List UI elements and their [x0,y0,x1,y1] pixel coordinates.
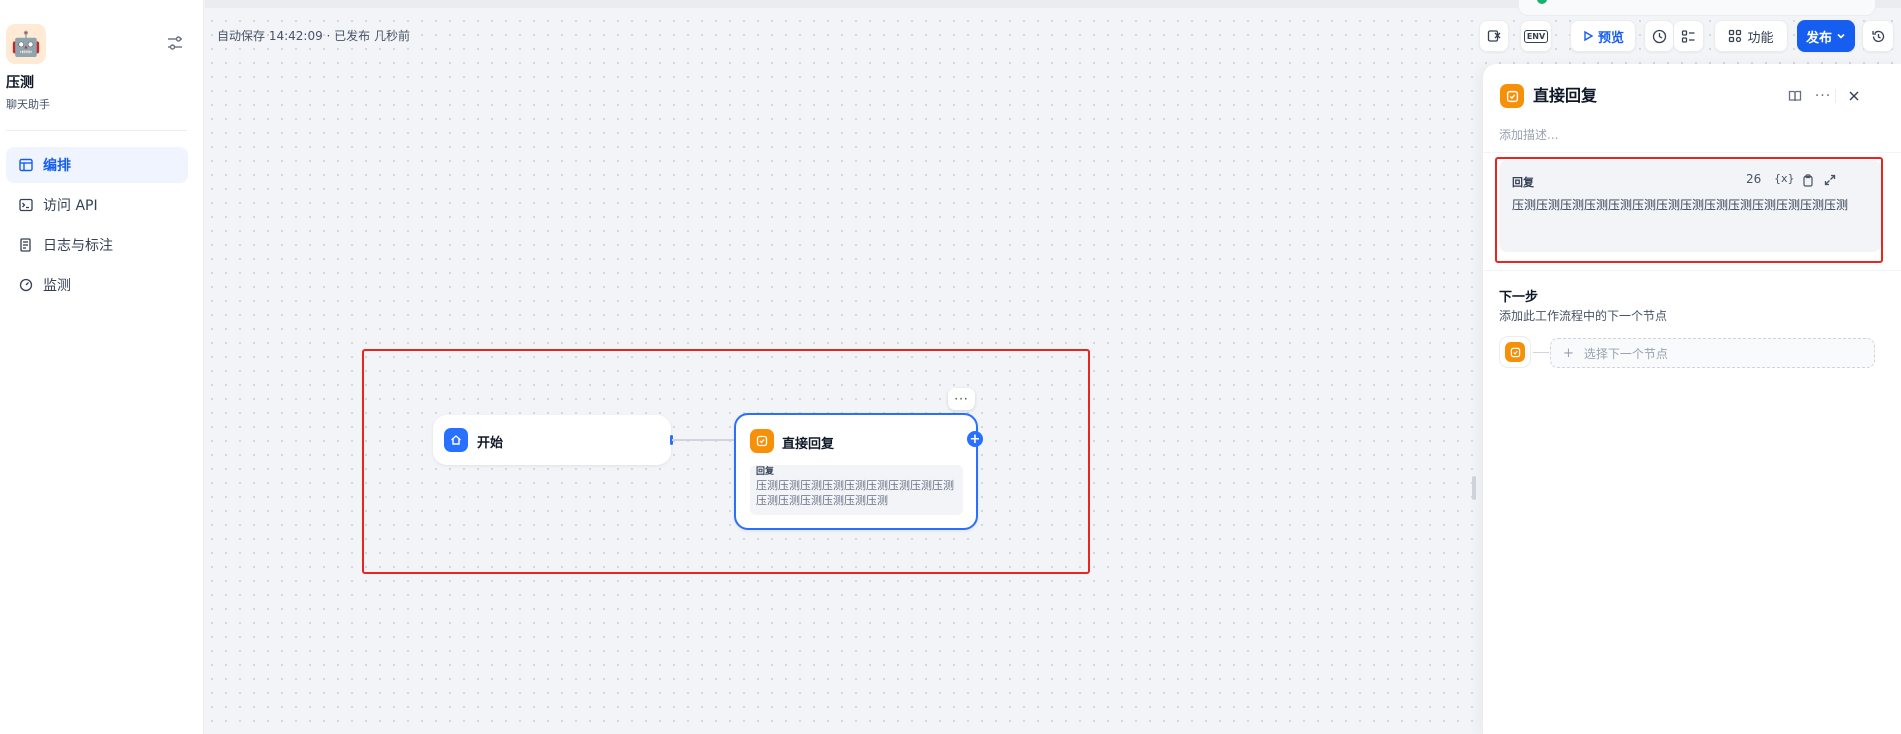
sidebar-item-label: 日志与标注 [43,238,113,254]
select-next-node-label: 选择下一个节点 [1583,346,1668,361]
autosave-status: 自动保存 14:42:09 · 已发布 几秒前 [217,29,410,43]
answer-icon [1505,342,1525,362]
success-dot-icon [1537,0,1547,4]
env-button[interactable]: ENV [1520,20,1552,52]
sidebar-divider [6,130,187,131]
chevron-down-icon [1837,33,1845,39]
next-step-description: 添加此工作流程中的下一个节点 [1499,309,1668,323]
current-node-icon [1499,336,1531,368]
apps-icon [1729,29,1742,43]
dashboard-icon [18,277,34,293]
env-icon: ENV [1523,29,1549,43]
clock-play-icon [1652,29,1666,43]
highlight-box-canvas [362,349,1090,574]
sidebar-item-api[interactable]: 访问 API [6,187,188,223]
version-history-button[interactable] [1862,20,1894,52]
panel-divider [1483,270,1901,271]
terminal-icon [18,197,34,213]
description-input[interactable]: 添加描述... [1499,126,1558,143]
next-step-title: 下一步 [1499,290,1539,305]
sidebar: 🤖 压测 聊天助手 编排 访问 API 日志与标注 监测 [0,0,204,734]
sidebar-nav: 编排 访问 API 日志与标注 监测 [6,147,188,307]
play-icon [1584,30,1594,42]
preview-button[interactable]: 预览 [1570,20,1636,52]
more-icon[interactable]: ··· [1813,86,1833,106]
app-type: 聊天助手 [6,98,50,111]
sidebar-item-logs[interactable]: 日志与标注 [6,227,188,263]
exit-checklist-button[interactable] [1479,20,1509,52]
sidebar-item-label: 访问 API [43,198,98,214]
panel-divider [1835,89,1836,103]
exit-icon [1487,30,1501,42]
sidebar-item-orchestrate[interactable]: 编排 [6,147,188,183]
sidebar-item-monitor[interactable]: 监测 [6,267,188,303]
close-icon[interactable] [1844,86,1864,106]
plus-icon: + [1563,345,1574,361]
publish-button[interactable]: 发布 [1797,20,1855,52]
app-avatar-robot-icon[interactable]: 🤖 [6,24,46,64]
publish-label: 发布 [1805,30,1832,46]
checklist-icon [1681,29,1695,43]
select-next-node-button[interactable]: + 选择下一个节点 [1550,338,1875,368]
preview-label: 预览 [1597,30,1624,46]
sidebar-item-label: 编排 [43,158,71,174]
answer-icon [1500,84,1524,108]
features-button[interactable]: 功能 [1714,20,1788,52]
next-step-connector [1533,352,1549,353]
highlight-box-panel [1495,157,1883,263]
checklist-button[interactable] [1674,20,1704,52]
notification-toast [1518,0,1876,16]
panel-title: 直接回复 [1533,86,1598,105]
history-icon [1871,30,1884,42]
file-list-icon [18,237,34,253]
sidebar-item-label: 监测 [43,278,71,294]
layout-icon [18,157,34,173]
panel-divider [1483,152,1901,153]
app-name: 压测 [6,75,34,91]
book-icon[interactable] [1785,86,1805,106]
run-history-button[interactable] [1644,20,1674,52]
settings-sliders-icon[interactable] [166,34,186,52]
features-label: 功能 [1747,30,1774,46]
panel-resize-handle[interactable] [1472,476,1476,500]
